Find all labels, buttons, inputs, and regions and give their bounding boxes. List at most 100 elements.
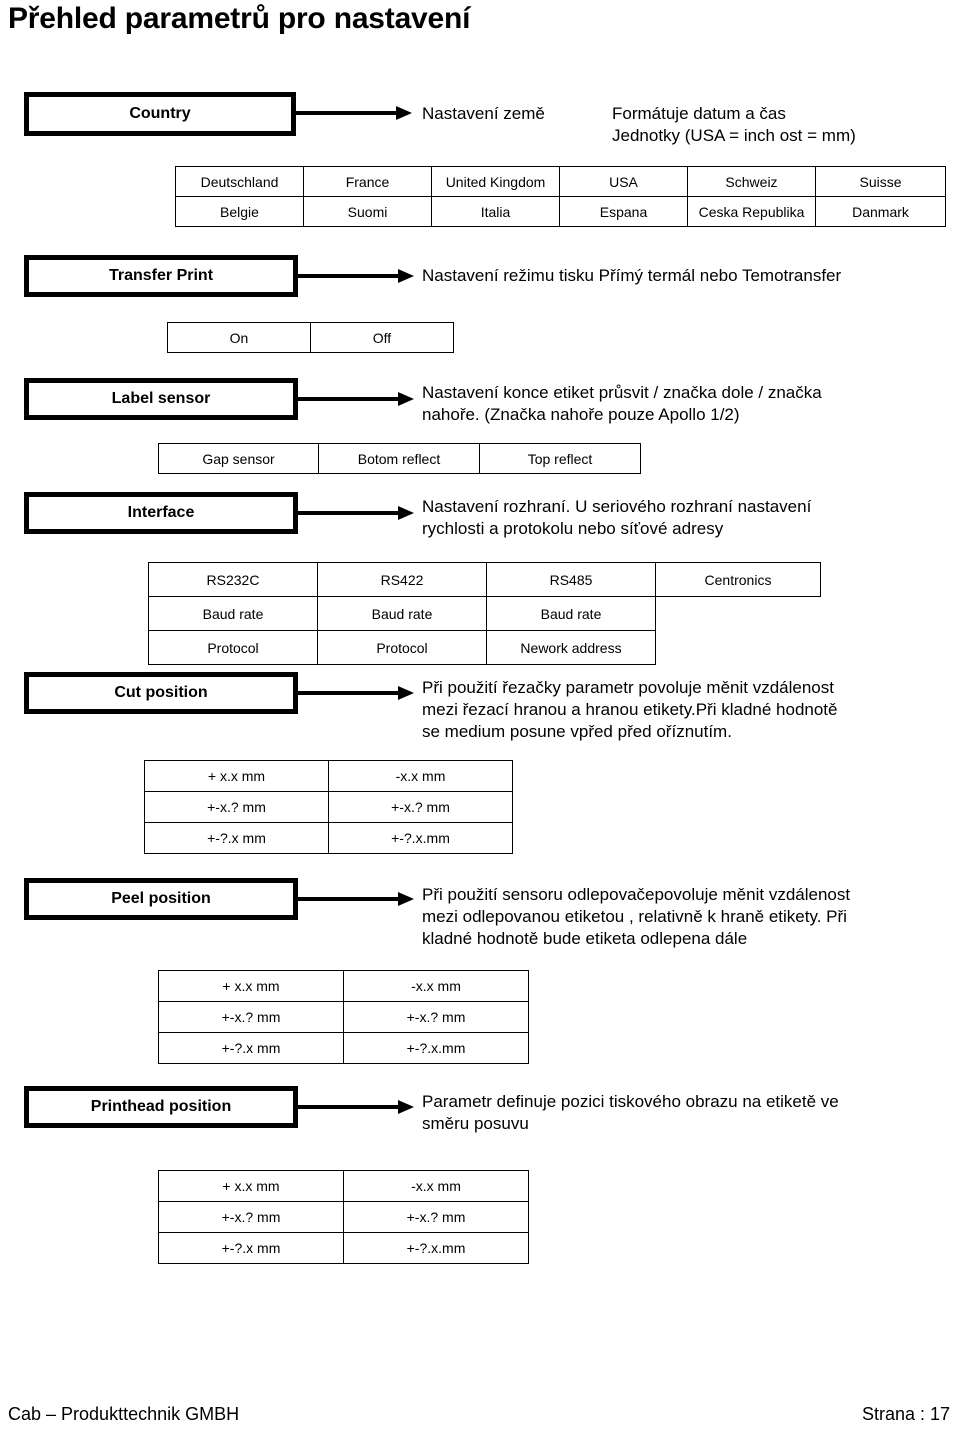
table-row: Baud rate Baud rate Baud rate <box>148 596 821 631</box>
table-cell[interactable]: Off <box>310 322 454 353</box>
param-box-cut-position[interactable]: Cut position <box>24 672 298 714</box>
param-box-country[interactable]: Country <box>24 92 296 136</box>
desc-transfer-print: Nastavení režimu tisku Přímý termál nebo… <box>422 266 842 285</box>
table-row: +-x.? mm +-x.? mm <box>144 791 513 823</box>
table-cell[interactable]: + x.x mm <box>158 1170 344 1202</box>
desc-country-right: Formátuje datum a čas Jednotky (USA = in… <box>612 104 856 145</box>
arrow-label-sensor <box>298 392 414 406</box>
table-cell[interactable]: Danmark <box>815 196 946 227</box>
table-cell[interactable]: France <box>303 166 432 197</box>
page-footer: Cab – Produkttechnik GMBH Strana : 17 <box>0 1404 960 1434</box>
footer-company: Cab – Produkttechnik GMBH <box>8 1404 240 1424</box>
desc-peel-position: Při použití sensoru odlepovačepovoluje m… <box>422 885 851 948</box>
table-cell[interactable]: +-x.? mm <box>158 1001 344 1033</box>
page-title: Přehled parametrů pro nastavení <box>8 2 471 35</box>
table-cell[interactable]: Italia <box>431 196 560 227</box>
table-row: RS232C RS422 RS485 Centronics <box>148 562 821 597</box>
table-cell[interactable]: +-?.x.mm <box>343 1232 529 1264</box>
table-cell[interactable]: Schweiz <box>687 166 816 197</box>
table-cell[interactable]: + x.x mm <box>158 970 344 1002</box>
table-cell[interactable]: Baud rate <box>486 596 656 631</box>
table-cell[interactable]: Protocol <box>317 630 487 665</box>
table-cell[interactable]: USA <box>559 166 688 197</box>
table-cell[interactable]: -x.x mm <box>343 1170 529 1202</box>
table-cell[interactable]: +-x.? mm <box>343 1001 529 1033</box>
table-row: + x.x mm -x.x mm <box>158 1170 529 1202</box>
param-box-interface[interactable]: Interface <box>24 492 298 534</box>
table-row: Gap sensor Botom reflect Top reflect <box>158 443 641 474</box>
table-country-options: Deutschland France United Kingdom USA Sc… <box>175 166 946 227</box>
table-cell[interactable]: Suisse <box>815 166 946 197</box>
table-cell[interactable]: RS232C <box>148 562 318 597</box>
table-row: Protocol Protocol Nework address <box>148 630 821 665</box>
table-cell[interactable]: +-?.x mm <box>144 822 329 854</box>
table-cell[interactable]: +-x.? mm <box>144 791 329 823</box>
table-row: +-?.x mm +-?.x.mm <box>158 1032 529 1064</box>
footer-page-number: Strana : 17 <box>861 1404 950 1424</box>
table-cell[interactable]: + x.x mm <box>144 760 329 792</box>
table-row: +-x.? mm +-x.? mm <box>158 1201 529 1233</box>
arrow-country <box>296 106 412 120</box>
arrow-printhead-position <box>298 1100 414 1114</box>
table-cell[interactable]: +-?.x mm <box>158 1032 344 1064</box>
table-cell[interactable]: +-?.x mm <box>158 1232 344 1264</box>
table-cell-empty <box>655 630 821 665</box>
table-row: On Off <box>167 322 454 353</box>
table-cell[interactable]: -x.x mm <box>328 760 513 792</box>
table-cell[interactable]: Belgie <box>175 196 304 227</box>
table-row: +-?.x mm +-?.x.mm <box>158 1232 529 1264</box>
table-row: + x.x mm -x.x mm <box>144 760 513 792</box>
param-box-peel-position[interactable]: Peel position <box>24 878 298 920</box>
table-cell[interactable]: Espana <box>559 196 688 227</box>
table-cell[interactable]: Botom reflect <box>318 443 480 474</box>
table-cell-centronics[interactable]: Centronics <box>655 562 821 597</box>
desc-label-sensor: Nastavení konce etiket průsvit / značka … <box>422 383 822 424</box>
table-transfer-print-options: On Off <box>167 322 454 353</box>
document-page: Přehled parametrů pro nastavení Country … <box>0 0 960 1446</box>
table-cell[interactable]: +-?.x.mm <box>343 1032 529 1064</box>
arrow-peel-position <box>298 892 414 906</box>
table-row: +-x.? mm +-x.? mm <box>158 1001 529 1033</box>
arrow-cut-position <box>298 686 414 700</box>
param-label-printhead-position: Printhead position <box>90 1098 232 1115</box>
table-cell[interactable]: On <box>167 322 311 353</box>
table-cell[interactable]: -x.x mm <box>343 970 529 1002</box>
arrow-transfer-print <box>298 269 414 283</box>
table-printhead-position-values: + x.x mm -x.x mm +-x.? mm +-x.? mm +-?.x… <box>158 1170 529 1264</box>
table-cell[interactable]: +-x.? mm <box>328 791 513 823</box>
table-cell[interactable]: United Kingdom <box>431 166 560 197</box>
table-cell[interactable]: Ceska Republika <box>687 196 816 227</box>
param-label-label-sensor: Label sensor <box>111 390 211 407</box>
table-cell[interactable]: Top reflect <box>479 443 641 474</box>
table-label-sensor-options: Gap sensor Botom reflect Top reflect <box>158 443 641 474</box>
param-box-label-sensor[interactable]: Label sensor <box>24 378 298 420</box>
table-cell[interactable]: +-?.x.mm <box>328 822 513 854</box>
table-cell[interactable]: Suomi <box>303 196 432 227</box>
param-label-transfer-print: Transfer Print <box>108 267 214 284</box>
table-peel-position-values: + x.x mm -x.x mm +-x.? mm +-x.? mm +-?.x… <box>158 970 529 1064</box>
table-cell[interactable]: Baud rate <box>148 596 318 631</box>
param-label-country: Country <box>129 105 191 122</box>
table-cell[interactable]: RS485 <box>486 562 656 597</box>
param-label-peel-position: Peel position <box>111 890 211 907</box>
table-row: +-?.x mm +-?.x.mm <box>144 822 513 854</box>
table-cell[interactable]: Gap sensor <box>158 443 319 474</box>
table-cell[interactable]: Baud rate <box>317 596 487 631</box>
table-cell[interactable]: Deutschland <box>175 166 304 197</box>
table-cell[interactable]: RS422 <box>317 562 487 597</box>
table-cell[interactable]: +-x.? mm <box>343 1201 529 1233</box>
table-row: Deutschland France United Kingdom USA Sc… <box>175 166 946 197</box>
table-cell[interactable]: +-x.? mm <box>158 1201 344 1233</box>
desc-interface: Nastavení rozhraní. U seriového rozhraní… <box>422 497 812 538</box>
table-interface-options: RS232C RS422 RS485 Centronics Baud rate … <box>148 562 821 665</box>
table-cell[interactable]: Protocol <box>148 630 318 665</box>
table-cell[interactable]: Nework address <box>486 630 656 665</box>
param-label-interface: Interface <box>127 504 195 521</box>
desc-country-left: Nastavení země <box>422 104 545 123</box>
param-box-printhead-position[interactable]: Printhead position <box>24 1086 298 1128</box>
table-row: Belgie Suomi Italia Espana Ceska Republi… <box>175 196 946 227</box>
param-box-transfer-print[interactable]: Transfer Print <box>24 255 298 297</box>
table-cell-empty <box>655 596 821 631</box>
table-cut-position-values: + x.x mm -x.x mm +-x.? mm +-x.? mm +-?.x… <box>144 760 513 854</box>
arrow-interface <box>298 506 414 520</box>
